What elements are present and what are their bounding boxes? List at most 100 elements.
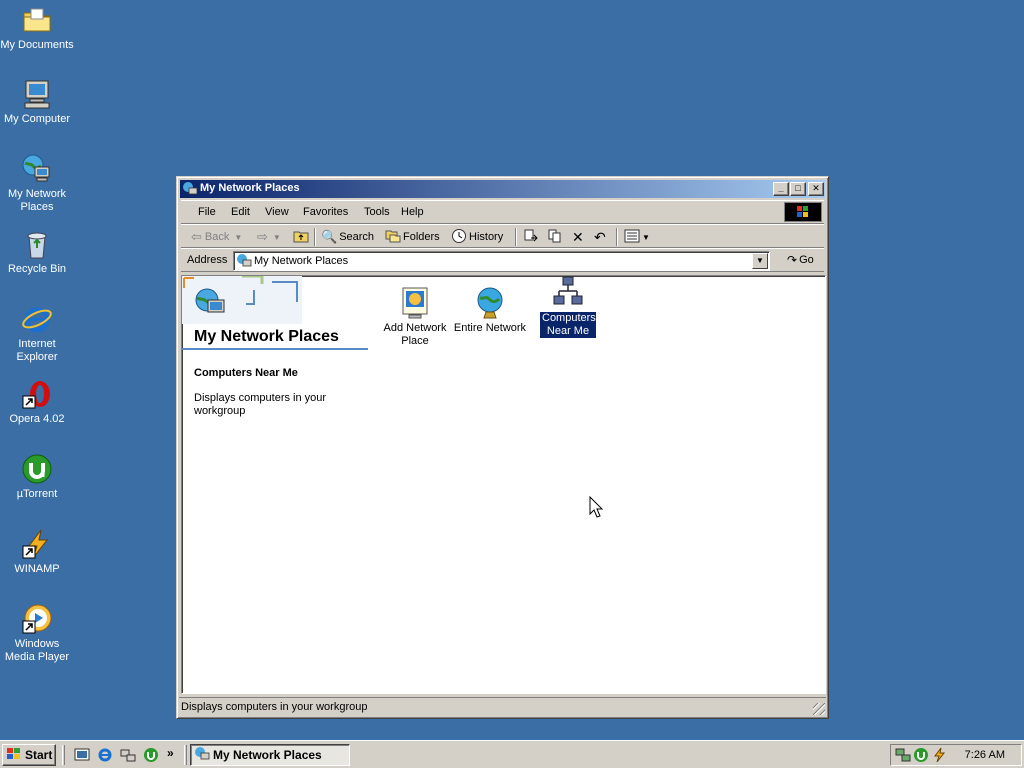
recycle-bin-icon (21, 228, 53, 260)
folder-item-computers-near-me[interactable]: Computers Near Me (528, 276, 608, 338)
desktop-icon-winamp[interactable]: WINAMP (0, 528, 74, 576)
back-arrow-icon: ⇦ (191, 229, 202, 244)
add-network-place-icon (399, 286, 431, 320)
undo-button[interactable]: ↶ (594, 228, 606, 246)
opera-icon (21, 378, 53, 410)
address-bar: Address My Network Places ▼ ↷ Go (181, 248, 824, 272)
explorer-window: My Network Places _ □ ✕ File Edit View F… (176, 176, 829, 719)
address-label: Address (187, 254, 228, 266)
go-arrow-icon: ↷ (787, 253, 798, 267)
toolbar-separator (314, 228, 316, 246)
back-label: Back (204, 231, 230, 243)
folder-content[interactable]: My Network Places Computers Near Me Disp… (181, 275, 826, 694)
desktop-icon-label: My Documents (0, 39, 74, 51)
up-folder-icon (293, 229, 309, 246)
desktop-icon-my-network-places[interactable]: My Network Places (0, 153, 74, 214)
folder-item-label: Entire Network (453, 322, 527, 334)
network-places-icon (236, 253, 252, 272)
task-button-my-network-places[interactable]: My Network Places (190, 744, 350, 766)
views-icon (624, 229, 640, 246)
desktop-icon-internet-explorer[interactable]: Internet Explorer (0, 303, 74, 364)
history-button[interactable]: History (451, 228, 503, 246)
selected-item-heading: Computers Near Me (194, 367, 298, 379)
back-button[interactable]: ⇦ Back ▼ (191, 228, 242, 246)
winamp-icon (21, 528, 53, 560)
show-desktop-icon[interactable] (74, 747, 90, 763)
internet-explorer-icon[interactable] (97, 747, 113, 763)
window-title: My Network Places (200, 182, 300, 194)
menu-help[interactable]: Help (401, 206, 424, 218)
delete-icon: ✕ (572, 228, 584, 245)
desktop-icon-label: My Computer (3, 113, 71, 125)
toolbar-separator (616, 228, 618, 246)
up-folder-button[interactable] (293, 228, 309, 246)
maximize-button[interactable]: □ (790, 182, 806, 196)
title-bar[interactable]: My Network Places _ □ ✕ (180, 180, 825, 198)
move-to-button[interactable] (523, 228, 539, 246)
folders-icon (385, 229, 401, 246)
menu-file[interactable]: File (198, 206, 216, 218)
tray-utorrent-icon[interactable] (913, 747, 929, 766)
internet-explorer-icon (21, 303, 53, 335)
go-button[interactable]: ↷ Go (787, 253, 814, 267)
history-icon (451, 228, 467, 247)
folder-item-label: Computers Near Me (540, 312, 596, 338)
network-places-icon (21, 153, 53, 185)
utorrent-icon[interactable] (143, 747, 159, 763)
status-bar: Displays computers in your workgroup (179, 697, 826, 716)
forward-arrow-icon: ⇨ (257, 229, 268, 244)
search-label: Search (339, 231, 375, 243)
selected-item-description: Displays computers in your workgroup (194, 392, 327, 417)
tray-winamp-icon[interactable] (931, 747, 947, 766)
quicklaunch-more[interactable]: » (167, 746, 174, 760)
folder-item-add-network-place[interactable]: Add Network Place (375, 286, 455, 348)
menu-edit[interactable]: Edit (231, 206, 250, 218)
desktop-icon-label: Internet Explorer (16, 338, 58, 363)
status-text: Displays computers in your workgroup (181, 701, 368, 713)
close-button[interactable]: ✕ (808, 182, 824, 196)
desktop-icon-label: Recycle Bin (7, 263, 67, 275)
desktop-icon-opera[interactable]: Opera 4.02 (0, 378, 74, 426)
address-field[interactable]: My Network Places ▼ (233, 251, 770, 271)
network-computers-icon (552, 276, 584, 310)
folders-button[interactable]: Folders (385, 228, 440, 246)
menu-view[interactable]: View (265, 206, 289, 218)
views-button[interactable]: ▼ (624, 228, 650, 246)
copy-to-button[interactable] (547, 228, 563, 246)
toolbar: ⇦ Back ▼ ⇨ ▼ 🔍 Search Folders History ✕ … (181, 224, 824, 248)
clock[interactable]: 7:26 AM (965, 749, 1005, 761)
menu-tools[interactable]: Tools (364, 206, 390, 218)
resize-grip-icon[interactable] (813, 703, 825, 715)
address-dropdown-button[interactable]: ▼ (752, 253, 768, 269)
folder-item-entire-network[interactable]: Entire Network (450, 286, 530, 335)
desktop-icon-my-documents[interactable]: My Documents (0, 4, 74, 52)
chevron-down-icon: ▼ (234, 232, 243, 242)
toolbar-separator (515, 228, 517, 246)
search-button[interactable]: 🔍 Search (321, 228, 374, 246)
delete-button[interactable]: ✕ (572, 228, 584, 246)
menu-favorites[interactable]: Favorites (303, 206, 348, 218)
taskbar-handle[interactable] (184, 745, 187, 765)
start-label: Start (25, 748, 53, 762)
menu-bar: File Edit View Favorites Tools Help (181, 200, 824, 224)
panel-divider (182, 348, 368, 350)
desktop-icon-label: µTorrent (16, 488, 58, 500)
network-icon[interactable] (120, 747, 136, 763)
forward-button[interactable]: ⇨ ▼ (257, 228, 281, 246)
computer-icon (21, 78, 53, 110)
desktop-icon-my-computer[interactable]: My Computer (0, 78, 74, 126)
desktop-icon-utorrent[interactable]: µTorrent (0, 453, 74, 501)
history-label: History (469, 231, 504, 243)
minimize-button[interactable]: _ (773, 182, 789, 196)
desktop-icon-recycle-bin[interactable]: Recycle Bin (0, 228, 74, 276)
web-view-banner (182, 276, 372, 326)
desktop-icon-label: Windows Media Player (4, 638, 70, 663)
quicklaunch-handle[interactable] (62, 745, 65, 765)
desktop-icon-label: My Network Places (7, 188, 67, 213)
system-tray: 7:26 AM (890, 744, 1022, 766)
tray-network-icon[interactable] (895, 747, 911, 766)
desktop-icon-windows-media-player[interactable]: Windows Media Player (0, 603, 74, 664)
undo-icon: ↶ (594, 228, 606, 245)
start-button[interactable]: Start (2, 744, 56, 766)
windows-logo-icon (784, 202, 822, 222)
